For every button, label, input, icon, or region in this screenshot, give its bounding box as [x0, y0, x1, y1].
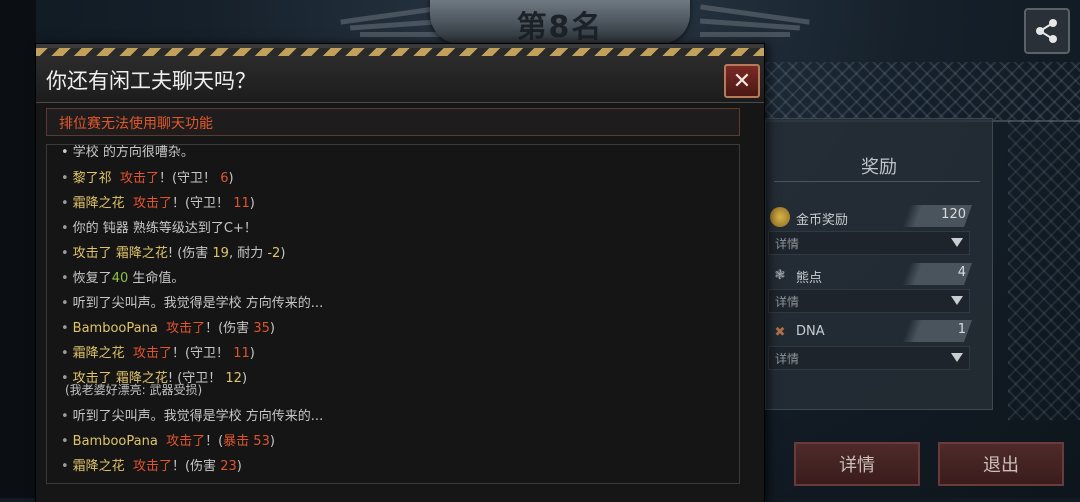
close-icon: ✕: [732, 68, 752, 94]
reward-value: 120: [941, 207, 966, 222]
notice-bar: 排位赛无法使用聊天功能: [46, 108, 740, 136]
chat-line: • 恢复了40 生命值。: [61, 271, 185, 286]
coin-icon: [770, 207, 790, 227]
chat-line: • 霜降之花 攻击了！(伤害 23): [61, 459, 242, 474]
reward-panel: 奖励 金币奖励 120 详情 ❃ 熊点 4 详情 ✖ DNA 1 详情: [765, 118, 993, 410]
rank-title: 第8名: [516, 10, 604, 45]
mesh-fence-decoration: [760, 62, 1080, 122]
share-icon: [1036, 19, 1057, 43]
chat-line: • 你的 钝器 熟练等级达到了C+！: [61, 221, 257, 236]
notice-text: 排位赛无法使用聊天功能: [59, 116, 213, 132]
chat-line: • 听到了尖叫声。我觉得是学校 方向传来的...: [61, 409, 324, 424]
chat-dialog: 你还有闲工夫聊天吗？ ✕ 排位赛无法使用聊天功能 • 学校 的方向很嘈杂。 • 黎…: [36, 44, 764, 502]
dialog-header: 你还有闲工夫聊天吗？ ✕: [36, 56, 764, 103]
share-button[interactable]: [1024, 8, 1070, 54]
wing-right-decoration: [699, 4, 810, 37]
reward-detail-dropdown[interactable]: 详情: [768, 346, 970, 370]
reward-detail-dropdown[interactable]: 详情: [768, 289, 970, 313]
chat-line-small: (我老婆好漂亮: 武器受损): [65, 383, 203, 397]
dropdown-label: 详情: [775, 352, 800, 366]
side-fence-decoration: [1008, 120, 1080, 420]
reward-row-bear: ❃ 熊点 4 详情: [766, 263, 976, 327]
reward-row-dna: ✖ DNA 1 详情: [766, 320, 976, 384]
dropdown-label: 详情: [775, 295, 800, 309]
chat-log[interactable]: • 学校 的方向很嘈杂。 • 黎了祁 攻击了！(守卫！ 6) • 霜降之花 攻击了！…: [46, 144, 740, 484]
reward-detail-dropdown[interactable]: 详情: [768, 231, 970, 255]
close-button[interactable]: ✕: [724, 64, 760, 98]
reward-row-gold: 金币奖励 120 详情: [766, 205, 976, 269]
chat-line: • 霜降之花 攻击了！(守卫！ 11): [61, 346, 255, 361]
chevron-down-icon: [951, 353, 963, 362]
bear-points-icon: ❃: [774, 267, 786, 283]
chat-line: • 听到了尖叫声。我觉得是学校 方向传来的...: [61, 296, 324, 311]
chat-line: • 霜降之花 攻击了！(守卫！ 11): [61, 196, 255, 211]
hazard-stripe: [36, 48, 764, 56]
dropdown-label: 详情: [775, 237, 800, 251]
chat-line: • 黎了祁 攻击了！(守卫！ 6): [61, 171, 234, 186]
detail-button[interactable]: 详情: [794, 442, 920, 486]
chat-line: • 攻击了 霜降之花! (伤害 19, 耐力 -2): [61, 246, 286, 261]
chat-line: • BambooPana 攻击了！(伤害 35): [61, 321, 275, 336]
reward-value: 4: [957, 265, 966, 280]
left-edge: [0, 0, 36, 498]
reward-name: 熊点: [796, 271, 823, 286]
chat-line: • BambooPana 攻击了！(暴击 53): [61, 434, 275, 449]
chevron-down-icon: [951, 238, 963, 247]
reward-title: 奖励: [861, 157, 897, 178]
reward-name: 金币奖励: [796, 213, 849, 228]
chevron-down-icon: [951, 296, 963, 305]
chat-line-partial: • 学校 的方向很嘈杂。: [61, 145, 194, 160]
reward-value: 1: [957, 322, 966, 337]
reward-name: DNA: [796, 324, 825, 339]
divider: [774, 181, 980, 182]
exit-button[interactable]: 退出: [938, 442, 1064, 486]
dna-icon: ✖: [774, 324, 786, 340]
dialog-title: 你还有闲工夫聊天吗？: [46, 69, 256, 93]
